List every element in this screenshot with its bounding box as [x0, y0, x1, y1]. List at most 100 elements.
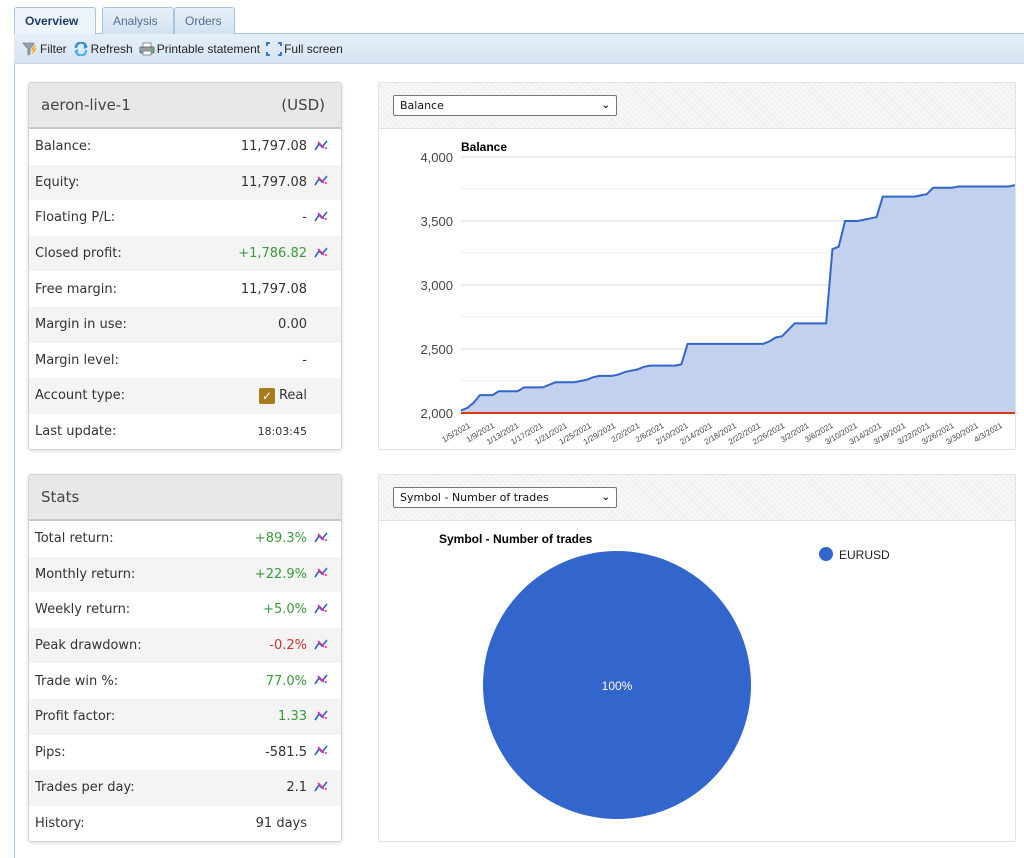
row-label: Last update: [35, 424, 117, 440]
account-row: Equity: 11,797.08 [29, 164, 341, 201]
symbol-pie-chart: Symbol - Number of trades 100% EURUSD [439, 532, 890, 819]
row-label: History: [35, 816, 85, 832]
fullscreen-icon [266, 41, 282, 56]
chart-icon[interactable] [314, 210, 328, 222]
row-label: Equity: [35, 174, 80, 190]
chart-icon[interactable] [314, 139, 328, 151]
row-icon-slot [307, 638, 335, 654]
stats-panel: Stats Total return: +89.3% Monthly return:… [28, 474, 342, 843]
row-value: +22.9% [254, 566, 307, 582]
row-value: 0.00 [278, 317, 307, 333]
balance-select-value: Balance [400, 99, 444, 112]
chart-icon[interactable] [314, 673, 328, 685]
row-icon-slot [307, 709, 335, 725]
account-panel: aeron-live-1 (USD) Balance: 11,797.08 Equi… [28, 82, 342, 451]
row-value-wrap: 1.33 [278, 709, 307, 724]
stats-row: Trade win %: 77.0% [29, 663, 341, 699]
account-panel-header: aeron-live-1 (USD) [29, 83, 341, 129]
account-row: Account type: ✓ Real [29, 378, 341, 414]
filter-button[interactable]: Filter [22, 42, 67, 56]
row-label: Trades per day: [35, 780, 135, 796]
row-value-wrap: 11,797.08 [241, 282, 307, 297]
balance-area [461, 185, 1015, 413]
balance-chart-panel: Balance ⌄ 2,000 2,500 3,000 3,500 4,000 Balan… [378, 82, 1016, 450]
stats-rows: Total return: +89.3% Monthly return: +22.9%… [29, 521, 341, 841]
account-rows: Balance: 11,797.08 Equity: 11,797.08 Floatin… [29, 129, 341, 449]
symbol-select-value: Symbol - Number of trades [400, 491, 549, 504]
tab-overview[interactable]: Overview [14, 7, 96, 35]
refresh-button[interactable]: Refresh [73, 40, 133, 57]
row-value-wrap: 11,797.08 [241, 175, 307, 190]
stats-row: Monthly return: +22.9% [29, 556, 341, 593]
account-row: Margin in use: 0.00 [29, 306, 341, 343]
stats-row: Peak drawdown: -0.2% [29, 627, 341, 664]
row-icon-slot [307, 780, 335, 796]
row-value: 77.0% [265, 673, 307, 689]
toolbar: Filter Refresh Printable statement Full … [14, 34, 1024, 64]
row-label: Account type: [35, 388, 126, 404]
row-value-wrap: +1,786.82 [238, 246, 307, 261]
row-value-wrap: +22.9% [255, 567, 307, 582]
stats-panel-header: Stats [29, 475, 341, 521]
account-currency: (USD) [281, 96, 325, 114]
symbol-chart-panel: Symbol - Number of trades ⌄ Symbol - Num… [378, 474, 1016, 842]
stats-row: Pips: -581.5 [29, 735, 341, 771]
stats-row: History: 91 days [29, 806, 341, 842]
chart-icon[interactable] [314, 246, 328, 258]
account-row: Closed profit: +1,786.82 [29, 235, 341, 272]
chart-icon[interactable] [314, 174, 328, 186]
row-label: Total return: [35, 531, 114, 547]
tab-bar: Overview Analysis Orders [14, 0, 1024, 35]
row-value-wrap: - [302, 353, 307, 368]
row-value: +89.3% [254, 531, 307, 547]
row-label: Balance: [35, 139, 92, 155]
chart-icon[interactable] [314, 709, 328, 721]
row-value-wrap: 91 days [256, 816, 307, 831]
row-label: Closed profit: [35, 246, 122, 262]
row-value: 91 days [255, 816, 307, 832]
pie-title: Symbol - Number of trades [439, 532, 593, 546]
chart-icon[interactable] [314, 638, 328, 650]
tab-analysis[interactable]: Analysis [102, 7, 174, 34]
stats-row: Weekly return: +5.0% [29, 592, 341, 628]
row-label: Weekly return: [35, 602, 131, 618]
printable-statement-button[interactable]: Printable statement [139, 42, 260, 56]
row-value-wrap: -581.5 [265, 745, 307, 760]
row-value: +5.0% [263, 602, 307, 618]
stats-title: Stats [41, 488, 80, 506]
chart-icon[interactable] [314, 531, 328, 543]
chart-icon[interactable] [314, 744, 328, 756]
chart-icon[interactable] [314, 602, 328, 614]
row-label: Peak drawdown: [35, 638, 142, 654]
account-row: Free margin: 11,797.08 [29, 271, 341, 307]
y-tick-label: 3,000 [420, 278, 453, 293]
row-label: Pips: [35, 744, 66, 760]
row-icon-slot [307, 566, 335, 582]
content-border [14, 64, 15, 858]
x-tick-label: 4/3/2021 [973, 421, 1005, 445]
symbol-chart-select[interactable]: Symbol - Number of trades ⌄ [393, 487, 617, 508]
row-value-wrap: +89.3% [255, 531, 307, 546]
balance-chart-select[interactable]: Balance ⌄ [393, 95, 617, 116]
row-value: -0.2% [269, 638, 307, 654]
row-value-wrap: 0.00 [278, 317, 307, 332]
row-value-wrap: 2.1 [286, 780, 307, 795]
chart-title: Balance [461, 140, 507, 154]
chart-icon[interactable] [314, 566, 328, 578]
legend-label: EURUSD [839, 548, 890, 562]
full-screen-button[interactable]: Full screen [266, 42, 343, 56]
y-tick-label: 3,500 [420, 214, 453, 229]
refresh-label: Refresh [90, 41, 133, 56]
row-icon-slot [307, 602, 335, 618]
row-value: 11,797.08 [240, 139, 307, 155]
row-icon-slot [307, 673, 335, 689]
pie-slice-label: 100% [602, 679, 633, 693]
legend-swatch [819, 547, 833, 561]
tab-orders[interactable]: Orders [174, 7, 235, 34]
row-label: Trade win %: [35, 673, 119, 689]
row-value: 11,797.08 [240, 174, 307, 190]
chart-icon[interactable] [314, 780, 328, 792]
row-value: 1.33 [278, 709, 307, 725]
stats-row: Profit factor: 1.33 [29, 698, 341, 735]
refresh-icon [73, 40, 89, 57]
